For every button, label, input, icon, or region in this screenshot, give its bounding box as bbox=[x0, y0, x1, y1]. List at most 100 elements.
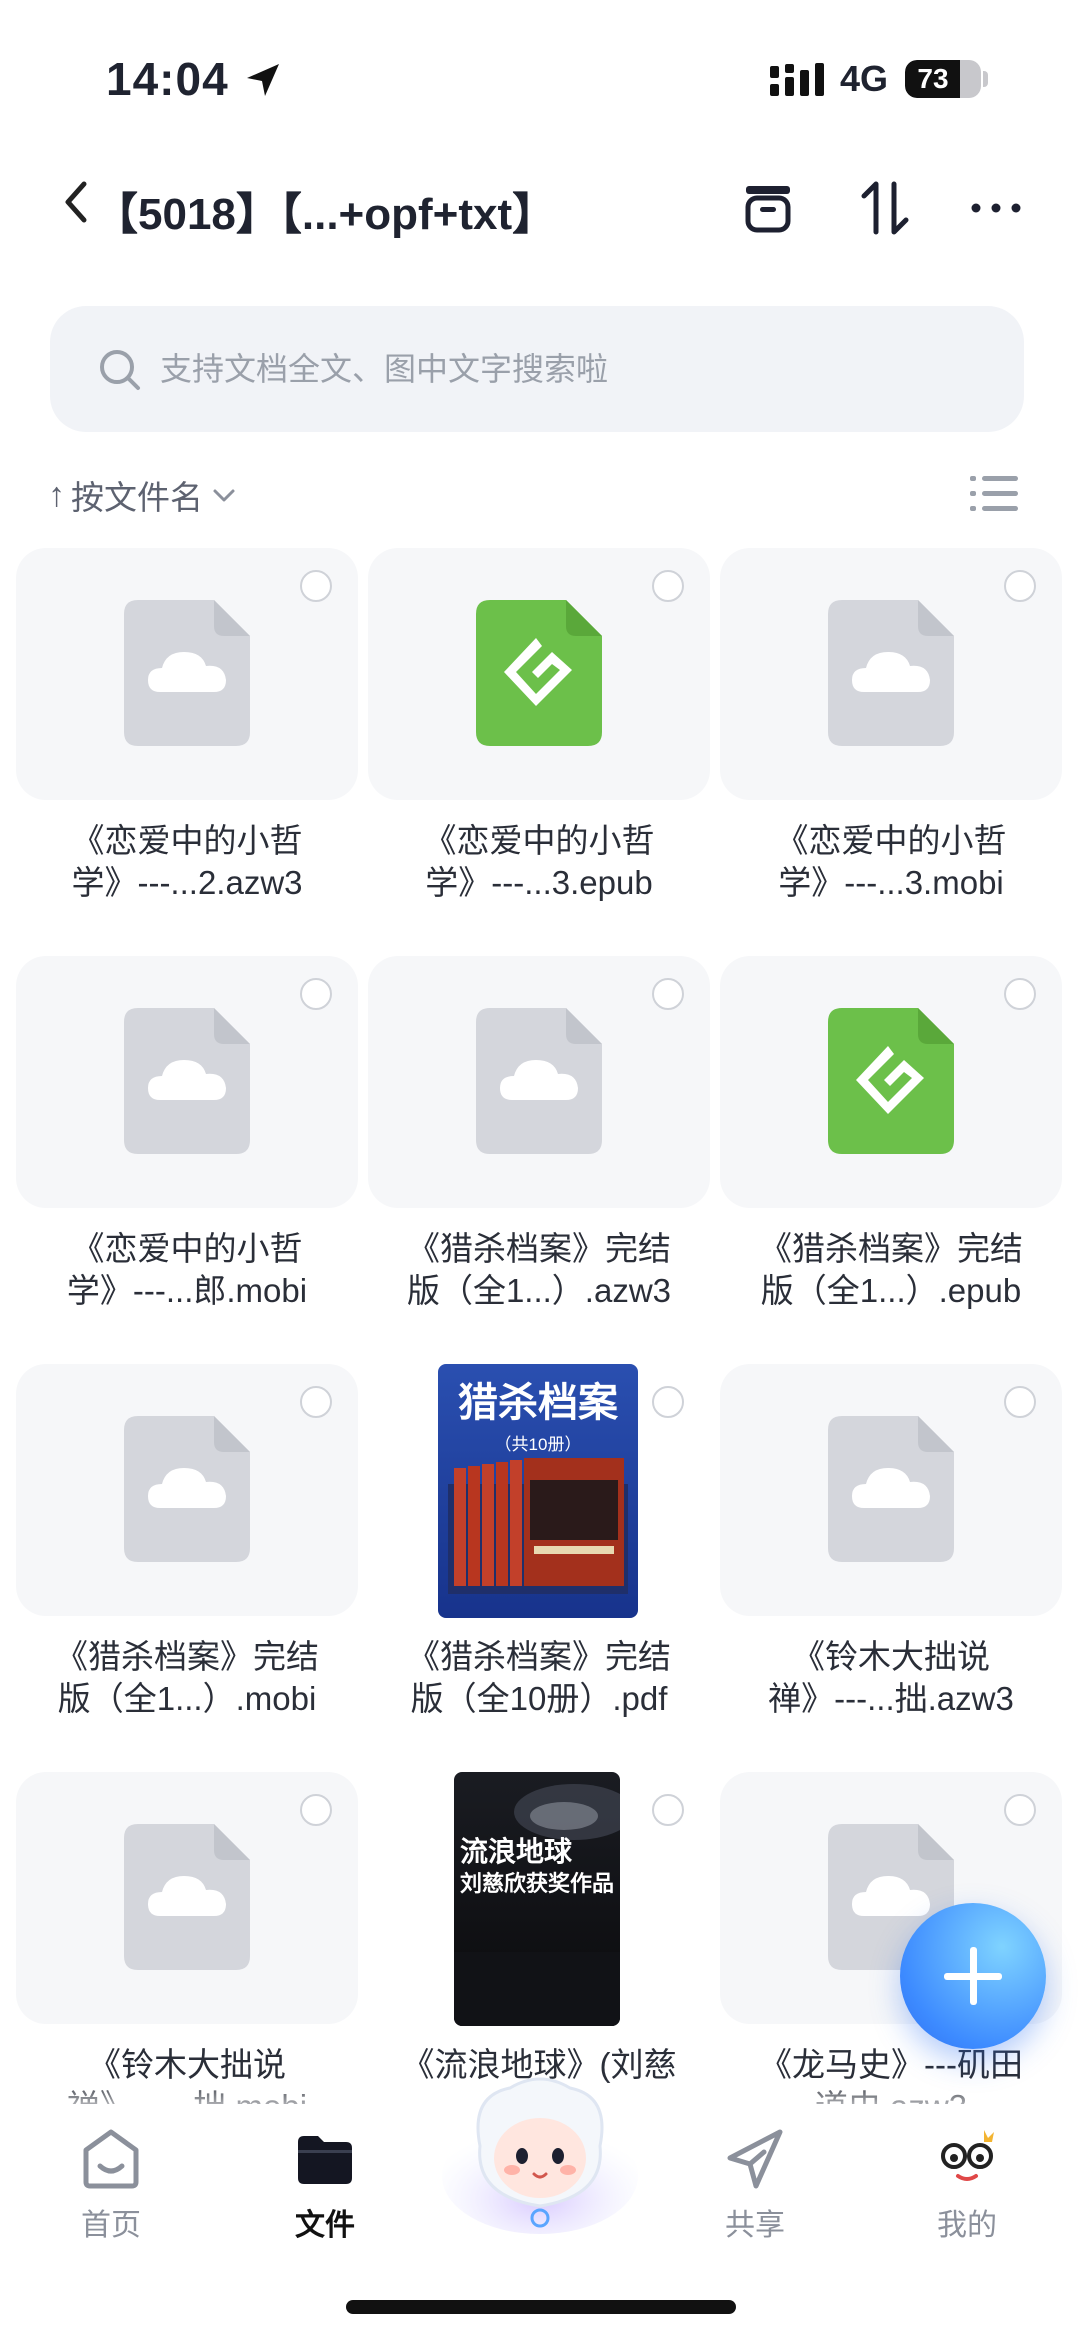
book-cover-image: 流浪地球刘慈欣获奖作品 bbox=[454, 1772, 620, 2026]
file-name-line2: 版（全1...）.azw3 bbox=[406, 1272, 672, 1309]
signal-icon bbox=[770, 63, 824, 96]
nav-files[interactable]: 文件 bbox=[250, 2124, 400, 2244]
file-thumbnail: 流浪地球刘慈欣获奖作品 bbox=[368, 1772, 710, 2026]
select-checkbox[interactable] bbox=[300, 978, 332, 1010]
file-item[interactable]: 流浪地球 刘慈欣获奖作品 《流浪地球》(刘慈 bbox=[368, 1772, 710, 2104]
nav-files-label: 文件 bbox=[295, 2209, 355, 2242]
search-bar[interactable] bbox=[50, 306, 1024, 432]
status-bar: 14:04 4G 73 bbox=[0, 0, 1080, 150]
file-item[interactable]: 《猎杀档案》完结 版（全1...）.epub bbox=[720, 956, 1062, 1336]
file-name: 《恋爱中的小哲 学》---...郎.mobi bbox=[16, 1228, 358, 1312]
select-checkbox[interactable] bbox=[1004, 1794, 1036, 1826]
cover-title: 猎杀档案 bbox=[458, 1381, 618, 1425]
epub-icon bbox=[476, 600, 602, 746]
file-thumbnail bbox=[16, 548, 358, 800]
file-name-line2: 学》---...2.azw3 bbox=[71, 864, 303, 901]
nav-home[interactable]: 首页 bbox=[36, 2124, 186, 2244]
cloud-file-icon bbox=[124, 1416, 250, 1562]
file-name: 《恋爱中的小哲 学》---...3.mobi bbox=[720, 820, 1062, 904]
search-icon bbox=[100, 350, 140, 390]
file-thumbnail: 猎杀档案 （共10册） bbox=[368, 1364, 710, 1618]
nav-profile-label: 我的 bbox=[937, 2209, 997, 2242]
more-dots-icon[interactable] bbox=[966, 178, 1026, 238]
book-cover-image: 猎杀档案 （共10册） bbox=[438, 1364, 638, 1618]
transfer-arrows-icon[interactable] bbox=[856, 178, 916, 238]
file-name-line1: 《恋爱中的小哲 bbox=[71, 1230, 303, 1267]
cloud-file-icon bbox=[124, 1008, 250, 1154]
file-item[interactable]: 《恋爱中的小哲 学》---...郎.mobi bbox=[16, 956, 358, 1336]
select-checkbox[interactable] bbox=[300, 570, 332, 602]
select-checkbox[interactable] bbox=[300, 1386, 332, 1418]
file-item[interactable]: 《猎杀档案》完结 版（全1...）.mobi bbox=[16, 1364, 358, 1744]
file-name-line1: 《猎杀档案》完结 bbox=[55, 1638, 319, 1675]
location-arrow-icon bbox=[247, 64, 279, 96]
cloud-file-icon bbox=[124, 600, 250, 746]
file-item[interactable]: 《恋爱中的小哲 学》---...3.epub bbox=[368, 548, 710, 928]
select-checkbox[interactable] bbox=[1004, 1386, 1036, 1418]
epub-icon bbox=[828, 1008, 954, 1154]
cloud-file-icon bbox=[828, 1416, 954, 1562]
page-title: 【5018】【...+opf+txt】 bbox=[94, 190, 557, 239]
file-name-line2: 学》---...3.epub bbox=[425, 864, 653, 901]
file-name: 《恋爱中的小哲 学》---...3.epub bbox=[368, 820, 710, 904]
nav-share-label: 共享 bbox=[725, 2209, 785, 2242]
cover-title: 流浪地球 bbox=[460, 1836, 573, 1867]
file-thumbnail bbox=[720, 548, 1062, 800]
file-thumbnail bbox=[16, 1772, 358, 2024]
select-checkbox[interactable] bbox=[652, 1794, 684, 1826]
file-item[interactable]: 《铃木大拙说 禅》---...拙.azw3 bbox=[720, 1364, 1062, 1744]
file-name: 《猎杀档案》完结 版（全1...）.mobi bbox=[16, 1636, 358, 1720]
file-item[interactable]: 《猎杀档案》完结 版（全1...）.azw3 bbox=[368, 956, 710, 1336]
file-name-line1: 《恋爱中的小哲 bbox=[775, 822, 1007, 859]
file-item[interactable]: 《恋爱中的小哲 学》---...3.mobi bbox=[720, 548, 1062, 928]
nav-share[interactable]: 共享 bbox=[680, 2124, 830, 2244]
home-indicator bbox=[346, 2300, 736, 2314]
file-name-line1: 《猎杀档案》完结 bbox=[407, 1638, 671, 1675]
cover-planet-illustration bbox=[454, 1784, 620, 2026]
cloud-file-icon bbox=[476, 1008, 602, 1154]
file-name-line1: 《恋爱中的小哲 bbox=[71, 822, 303, 859]
back-chevron-icon[interactable] bbox=[56, 172, 96, 232]
select-checkbox[interactable] bbox=[652, 978, 684, 1010]
book-set-illustration bbox=[448, 1458, 628, 1594]
file-name: 《恋爱中的小哲 学》---...2.azw3 bbox=[16, 820, 358, 904]
file-name-line2: 版（全10册）.pdf bbox=[410, 1680, 668, 1717]
file-item[interactable]: 《恋爱中的小哲 学》---...2.azw3 bbox=[16, 548, 358, 928]
select-checkbox[interactable] bbox=[652, 1386, 684, 1418]
list-view-icon[interactable] bbox=[970, 473, 1018, 515]
file-item[interactable]: 猎杀档案 （共10册） 《猎杀档案》完结 版（全10册）.pdf bbox=[368, 1364, 710, 1744]
file-name-line2: 禅》---...拙.azw3 bbox=[768, 1680, 1014, 1717]
file-name-line2: 版（全1...）.mobi bbox=[57, 1680, 317, 1717]
file-item[interactable]: 《铃木大拙说禅》---...拙.mobi bbox=[16, 1772, 358, 2104]
file-name-line1: 《铃木大拙说 bbox=[792, 1638, 990, 1675]
file-name-line2: 学》---...郎.mobi bbox=[66, 1272, 308, 1309]
select-checkbox[interactable] bbox=[652, 570, 684, 602]
mascot-icon[interactable] bbox=[440, 2066, 640, 2236]
file-thumbnail bbox=[368, 956, 710, 1208]
cloud-file-icon bbox=[124, 1824, 250, 1970]
select-checkbox[interactable] bbox=[1004, 978, 1036, 1010]
file-name-line2: 学》---...3.mobi bbox=[778, 864, 1004, 901]
nav-profile[interactable]: 我的 bbox=[892, 2124, 1042, 2244]
file-name-line1: 《恋爱中的小哲 bbox=[423, 822, 655, 859]
file-grid: 《恋爱中的小哲 学》---...2.azw3 《恋爱中的小哲 学》---...3.ep… bbox=[16, 548, 1066, 2104]
file-thumbnail bbox=[16, 956, 358, 1208]
home-face-icon bbox=[83, 2129, 139, 2189]
sort-selector[interactable]: ↑ 按文件名 bbox=[48, 470, 239, 520]
file-name: 《铃木大拙说 禅》---...拙.azw3 bbox=[720, 1636, 1062, 1720]
select-checkbox[interactable] bbox=[1004, 570, 1036, 602]
profile-face-icon bbox=[941, 2130, 994, 2181]
cover-subtitle: 刘慈欣获奖作品 bbox=[460, 1871, 615, 1896]
file-name: 《猎杀档案》完结 版（全10册）.pdf bbox=[368, 1636, 710, 1720]
battery-percent: 73 bbox=[917, 63, 949, 94]
sort-label: 按文件名 bbox=[71, 479, 203, 516]
share-plane-icon bbox=[727, 2129, 783, 2189]
archive-box-icon[interactable] bbox=[738, 178, 798, 238]
select-checkbox[interactable] bbox=[300, 1794, 332, 1826]
add-file-button[interactable] bbox=[900, 1903, 1046, 2049]
battery-icon: 73 bbox=[905, 60, 981, 98]
file-thumbnail bbox=[368, 548, 710, 800]
search-input[interactable] bbox=[160, 336, 980, 402]
file-name: 《猎杀档案》完结 版（全1...）.epub bbox=[720, 1228, 1062, 1312]
file-thumbnail bbox=[720, 1364, 1062, 1616]
